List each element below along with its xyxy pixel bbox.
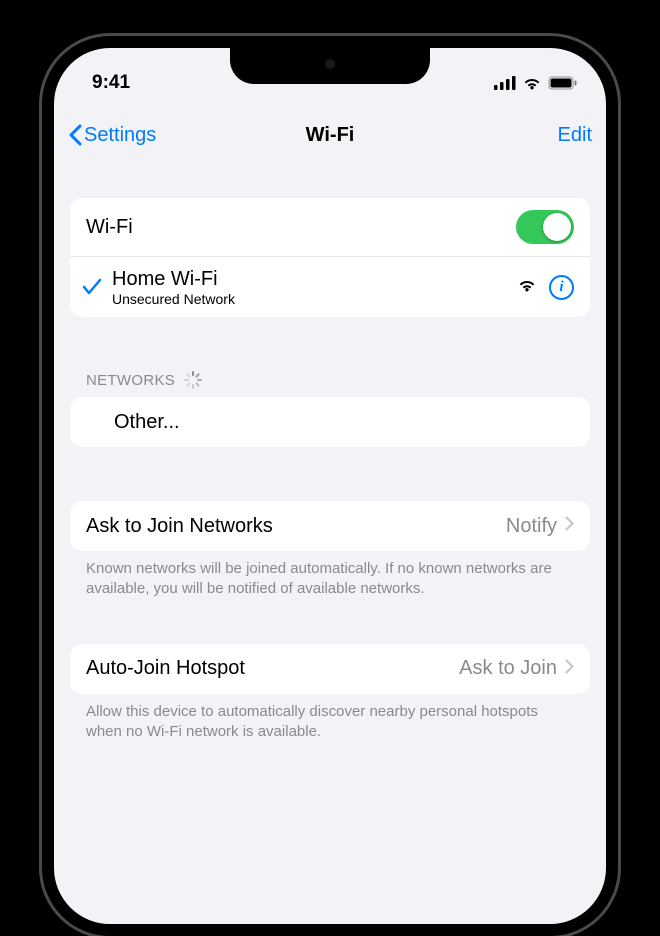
- auto-join-footer: Allow this device to automatically disco…: [70, 694, 590, 743]
- nav-title: Wi-Fi: [306, 124, 355, 147]
- phone-frame: 9:41 Settings Wi-Fi Edit Wi-Fi: [42, 36, 618, 936]
- device-notch: [230, 46, 430, 84]
- wifi-group: Wi-Fi Home Wi-Fi Unsecured Network: [70, 198, 590, 317]
- status-time: 9:41: [92, 72, 130, 94]
- wifi-toggle-row: Wi-Fi: [70, 198, 590, 257]
- network-name: Home Wi-Fi: [112, 267, 517, 291]
- info-button[interactable]: i: [549, 275, 574, 300]
- loading-spinner-icon: [183, 371, 201, 389]
- cellular-icon: [494, 76, 516, 90]
- auto-join-row[interactable]: Auto-Join Hotspot Ask to Join: [70, 644, 590, 694]
- wifi-signal-icon: [517, 277, 537, 297]
- current-network-row[interactable]: Home Wi-Fi Unsecured Network i: [70, 257, 590, 317]
- wifi-label: Wi-Fi: [86, 216, 516, 239]
- chevron-right-icon: [565, 659, 574, 679]
- networks-header: NETWORKS: [70, 371, 590, 397]
- edit-button[interactable]: Edit: [558, 124, 592, 147]
- ask-to-join-row[interactable]: Ask to Join Networks Notify: [70, 501, 590, 551]
- wifi-icon: [522, 76, 542, 90]
- status-indicators: [494, 76, 578, 90]
- network-subtitle: Unsecured Network: [112, 291, 517, 307]
- auto-join-value: Ask to Join: [459, 657, 557, 680]
- back-label: Settings: [84, 124, 156, 147]
- chevron-left-icon: [68, 124, 82, 146]
- back-button[interactable]: Settings: [68, 124, 156, 147]
- checkmark-icon: [82, 278, 102, 296]
- ask-to-join-value: Notify: [506, 515, 557, 538]
- ask-to-join-footer: Known networks will be joined automatica…: [70, 551, 590, 600]
- other-network-row[interactable]: Other...: [70, 397, 590, 447]
- chevron-right-icon: [565, 516, 574, 536]
- ask-to-join-label: Ask to Join Networks: [86, 515, 506, 538]
- nav-bar: Settings Wi-Fi Edit: [54, 110, 606, 160]
- other-label: Other...: [86, 411, 574, 434]
- auto-join-label: Auto-Join Hotspot: [86, 657, 459, 680]
- battery-icon: [548, 76, 578, 90]
- wifi-toggle[interactable]: [516, 210, 574, 244]
